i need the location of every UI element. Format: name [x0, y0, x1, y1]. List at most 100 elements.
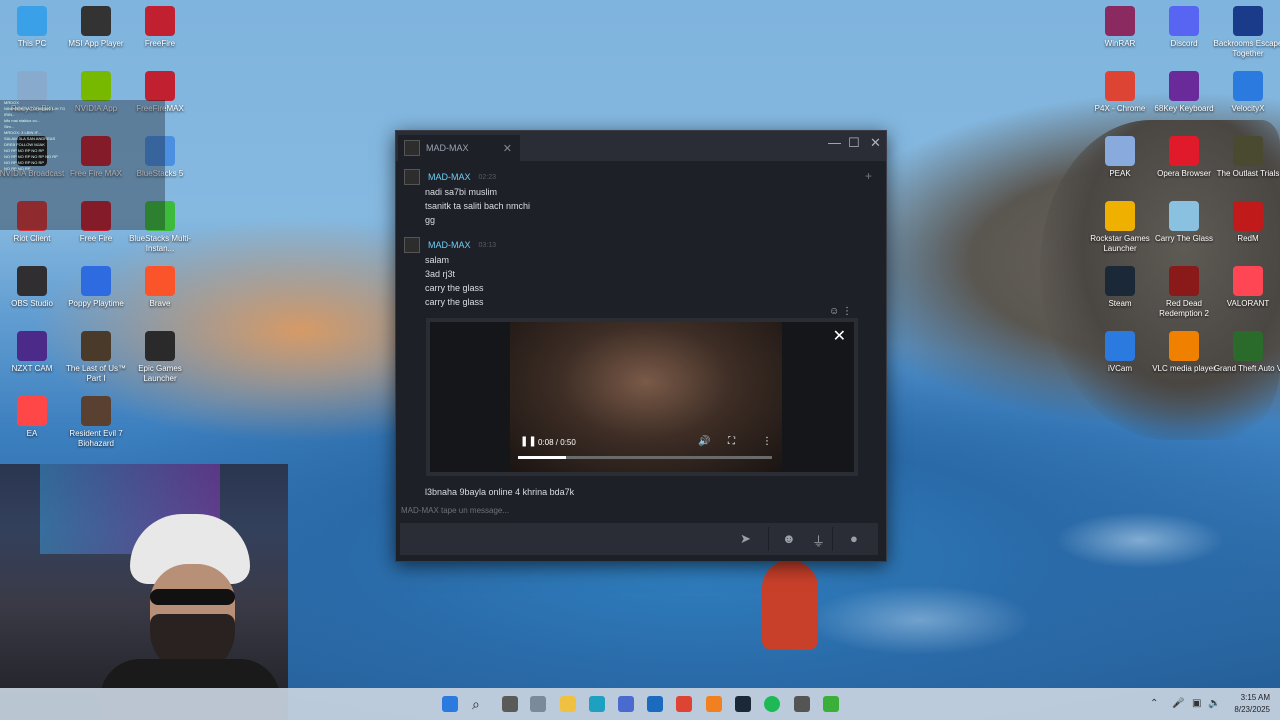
desktop-icon-label: Rockstar Games Launcher	[1090, 234, 1150, 253]
desktop-icon[interactable]: MSI App Player	[60, 6, 132, 49]
video-progress-fill	[518, 456, 567, 459]
device-icon[interactable]: ▣	[1192, 698, 1201, 709]
app-icon	[145, 331, 175, 361]
more-icon[interactable]: ⋮	[762, 436, 772, 447]
maximize-button[interactable]: ☐	[848, 135, 860, 151]
avatar	[404, 140, 420, 156]
task-view-icon[interactable]	[502, 696, 518, 712]
app-icon	[1105, 201, 1135, 231]
app-icon	[17, 331, 47, 361]
desktop-icon[interactable]: VelocityX	[1212, 71, 1280, 114]
desktop-icon[interactable]: Rockstar Games Launcher	[1084, 201, 1156, 254]
desktop-icon[interactable]: PEAK	[1084, 136, 1156, 179]
chat-titlebar[interactable]: MAD-MAX ✕ — ☐ ✕	[396, 131, 886, 161]
desktop-icon[interactable]: RedM	[1212, 201, 1280, 244]
video-player[interactable]: ✕ ❚❚ 0:08 / 0:50 🔊 ⛶ ⋮	[430, 322, 854, 472]
desktop-icon[interactable]: NZXT CAM	[0, 331, 68, 374]
desktop-icon[interactable]: Grand Theft Auto V	[1212, 331, 1280, 374]
desktop-icon[interactable]: Red Dead Redemption 2	[1148, 266, 1220, 319]
clock-date: 8/23/2025	[1234, 705, 1270, 714]
message-user[interactable]: MAD-MAX	[428, 172, 471, 182]
app-icon	[1105, 331, 1135, 361]
voice-icon[interactable]: ●	[850, 531, 858, 546]
desktop-icon-label: VelocityX	[1231, 104, 1265, 113]
desktop-icon[interactable]: 68Key Keyboard	[1148, 71, 1220, 114]
store-icon[interactable]	[618, 696, 634, 712]
clock[interactable]: 3:15 AM 8/23/2025	[1234, 692, 1270, 716]
close-icon[interactable]: ✕	[833, 326, 846, 346]
desktop-icon[interactable]: Epic Games Launcher	[124, 331, 196, 384]
desktop-icon[interactable]: Backrooms Escape Together	[1212, 6, 1280, 59]
app-icon	[1233, 6, 1263, 36]
minimize-button[interactable]: —	[828, 135, 841, 150]
volume-icon[interactable]: 🔉	[1208, 698, 1220, 709]
fullscreen-icon[interactable]: ⛶	[728, 436, 735, 447]
video-frame[interactable]	[510, 322, 782, 472]
settings-icon[interactable]	[530, 696, 546, 712]
desktop-icon[interactable]: FreeFire	[124, 6, 196, 49]
chrome-icon[interactable]	[676, 696, 692, 712]
steam-icon[interactable]	[735, 696, 751, 712]
message-user[interactable]: MAD-MAX	[428, 240, 471, 250]
desktop-icon[interactable]: OBS Studio	[0, 266, 68, 309]
desktop-icon[interactable]: P4X - Chrome	[1084, 71, 1156, 114]
video-progress[interactable]	[518, 456, 772, 459]
volume-icon[interactable]: 🔊	[698, 436, 710, 447]
send-icon[interactable]: ➤	[740, 531, 751, 547]
search-icon[interactable]: ⌕	[472, 696, 488, 712]
app-icon	[81, 331, 111, 361]
desktop-icon[interactable]: Brave	[124, 266, 196, 309]
message-input-bar[interactable]: ➤ ☻ ⏚ ●	[400, 523, 878, 555]
outlook-icon[interactable]	[647, 696, 663, 712]
desktop-icon-label: iVCam	[1107, 364, 1132, 373]
avatar	[404, 237, 420, 253]
desktop-icon[interactable]: This PC	[0, 6, 68, 49]
desktop-icon-label: OBS Studio	[11, 299, 53, 308]
desktop-icon-label: The Outlast Trials	[1216, 169, 1280, 178]
pause-icon[interactable]: ❚❚	[520, 436, 537, 447]
desktop-icon[interactable]: Resident Evil 7 Biohazard	[60, 396, 132, 449]
message-group: MAD-MAX 03:13 salam 3ad rj3t carry the g…	[404, 237, 496, 309]
chat-tab[interactable]: MAD-MAX ✕	[398, 135, 520, 161]
desktop-icon[interactable]: EA	[0, 396, 68, 439]
desktop-icon[interactable]: The Last of Us™ Part I	[60, 331, 132, 384]
message-text: nadi sa7bi muslim	[425, 187, 498, 197]
desktop-icon[interactable]: VALORANT	[1212, 266, 1280, 309]
desktop-icon-label: BlueStacks Multi-Instan...	[129, 234, 191, 253]
desktop-icon[interactable]: iVCam	[1084, 331, 1156, 374]
app-icon	[1105, 266, 1135, 296]
emoji-react-icon[interactable]: ☺ ⋮	[829, 306, 852, 317]
app-icon[interactable]	[794, 696, 810, 712]
chevron-up-icon[interactable]: ⌃	[1150, 698, 1158, 709]
desktop-icon[interactable]: Poppy Playtime	[60, 266, 132, 309]
mic-icon[interactable]: 🎤	[1172, 698, 1184, 709]
close-icon[interactable]: ✕	[503, 142, 512, 155]
edge-icon[interactable]	[589, 696, 605, 712]
attach-icon[interactable]: ⏚	[812, 531, 825, 550]
desktop-icon[interactable]: Steam	[1084, 266, 1156, 309]
message-list[interactable]: + MAD-MAX 02:23 nadi sa7bi muslim tsanit…	[396, 161, 886, 506]
emoji-icon[interactable]: ☻	[782, 531, 796, 546]
desktop-icon[interactable]: WinRAR	[1084, 6, 1156, 49]
desktop-icon[interactable]: VLC media player	[1148, 331, 1220, 374]
app-icon[interactable]	[706, 696, 722, 712]
app-icon	[1169, 331, 1199, 361]
desktop-icon-label: RedM	[1237, 234, 1259, 243]
file-explorer-icon[interactable]	[560, 696, 576, 712]
app-icon	[17, 6, 47, 36]
add-friend-icon[interactable]: +	[865, 169, 872, 183]
close-window-button[interactable]: ✕	[870, 135, 881, 151]
spotify-icon[interactable]	[764, 696, 780, 712]
app-icon	[81, 266, 111, 296]
app-icon	[1233, 201, 1263, 231]
desktop-icon[interactable]: Carry The Glass	[1148, 201, 1220, 244]
desktop-icon-label: Discord	[1170, 39, 1198, 48]
app-icon	[1169, 201, 1199, 231]
start-icon[interactable]	[442, 696, 458, 712]
app-icon	[1169, 71, 1199, 101]
desktop-icon[interactable]: The Outlast Trials	[1212, 136, 1280, 179]
desktop-icon[interactable]: Opera Browser	[1148, 136, 1220, 179]
desktop-icon[interactable]: Discord	[1148, 6, 1220, 49]
message-text: carry the glass	[425, 283, 484, 293]
nvidia-icon[interactable]	[823, 696, 839, 712]
